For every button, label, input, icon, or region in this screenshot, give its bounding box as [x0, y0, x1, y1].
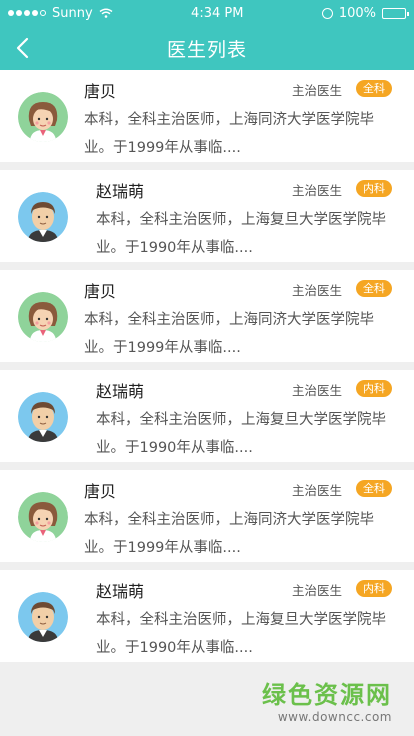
department-badge: 全科: [356, 280, 392, 297]
status-left: Sunny: [8, 6, 113, 21]
doctor-role: 主治医生: [291, 83, 342, 98]
status-right: 100%: [321, 5, 409, 21]
female-doctor-avatar: [18, 92, 68, 142]
department-badge: 全科: [356, 80, 392, 97]
department-badge: 内科: [356, 380, 392, 397]
doctor-description: 本科，全科主治医师，上海复旦大学医学院毕业。于1990年从事临....: [96, 212, 386, 256]
doctor-card[interactable]: 赵瑞萌 主治医生 内科 本科，全科主治医师，上海复旦大学医学院毕业。于1990年…: [0, 370, 414, 462]
back-button[interactable]: [10, 34, 34, 62]
doctor-role: 主治医生: [291, 383, 342, 398]
chevron-left-icon: [16, 37, 29, 59]
doctor-name: 唐贝: [84, 282, 117, 301]
status-bar: Sunny 4:34 PM 100%: [0, 0, 414, 26]
watermark-text: 绿色资源网: [262, 681, 392, 709]
app-header: Sunny 4:34 PM 100% 医生列表: [0, 0, 414, 70]
watermark-url: www.downcc.com: [277, 710, 392, 724]
doctor-description: 本科，全科主治医师，上海同济大学医学院毕业。于1999年从事临....: [84, 112, 374, 156]
female-doctor-avatar: [18, 292, 68, 342]
doctor-card[interactable]: 赵瑞萌 主治医生 内科 本科，全科主治医师，上海复旦大学医学院毕业。于1990年…: [0, 570, 414, 662]
page-title: 医生列表: [166, 38, 247, 61]
doctor-role: 主治医生: [291, 483, 342, 498]
battery-icon: [381, 7, 409, 19]
doctor-description: 本科，全科主治医师，上海同济大学医学院毕业。于1999年从事临....: [84, 312, 374, 356]
doctor-card[interactable]: 唐贝 主治医生 全科 本科，全科主治医师，上海同济大学医学院毕业。于1999年从…: [0, 470, 414, 562]
doctor-role: 主治医生: [291, 183, 342, 198]
department-badge: 全科: [356, 480, 392, 497]
doctor-list: 唐贝 主治医生 全科 本科，全科主治医师，上海同济大学医学院毕业。于1999年从…: [0, 70, 414, 670]
doctor-name: 赵瑞萌: [96, 382, 145, 401]
doctor-card[interactable]: 唐贝 主治医生 全科 本科，全科主治医师，上海同济大学医学院毕业。于1999年从…: [0, 70, 414, 162]
doctor-card[interactable]: 赵瑞萌 主治医生 内科 本科，全科主治医师，上海复旦大学医学院毕业。于1990年…: [0, 170, 414, 262]
wifi-icon: [99, 8, 113, 18]
doctor-card[interactable]: 唐贝 主治医生 全科 本科，全科主治医师，上海同济大学医学院毕业。于1999年从…: [0, 270, 414, 362]
doctor-name: 赵瑞萌: [96, 182, 145, 201]
doctor-name: 赵瑞萌: [96, 582, 145, 601]
orientation-lock-icon: [321, 7, 333, 19]
status-time: 4:34 PM: [191, 5, 244, 21]
watermark: 绿色资源网 www.downcc.com: [262, 675, 392, 724]
battery-percent: 100%: [338, 5, 376, 21]
male-doctor-avatar: [18, 592, 68, 642]
male-doctor-avatar: [18, 192, 68, 242]
doctor-name: 唐贝: [84, 82, 117, 101]
department-badge: 内科: [356, 180, 392, 197]
doctor-name: 唐贝: [84, 482, 117, 501]
department-badge: 内科: [356, 580, 392, 597]
doctor-role: 主治医生: [291, 583, 342, 598]
doctor-description: 本科，全科主治医师，上海复旦大学医学院毕业。于1990年从事临....: [96, 612, 386, 656]
doctor-description: 本科，全科主治医师，上海同济大学医学院毕业。于1999年从事临....: [84, 512, 374, 556]
doctor-role: 主治医生: [291, 283, 342, 298]
female-doctor-avatar: [18, 492, 68, 542]
nav-bar: 医生列表: [0, 26, 414, 70]
doctor-description: 本科，全科主治医师，上海复旦大学医学院毕业。于1990年从事临....: [96, 412, 386, 456]
male-doctor-avatar: [18, 392, 68, 442]
signal-icon: [8, 10, 46, 16]
carrier-label: Sunny: [52, 5, 93, 21]
